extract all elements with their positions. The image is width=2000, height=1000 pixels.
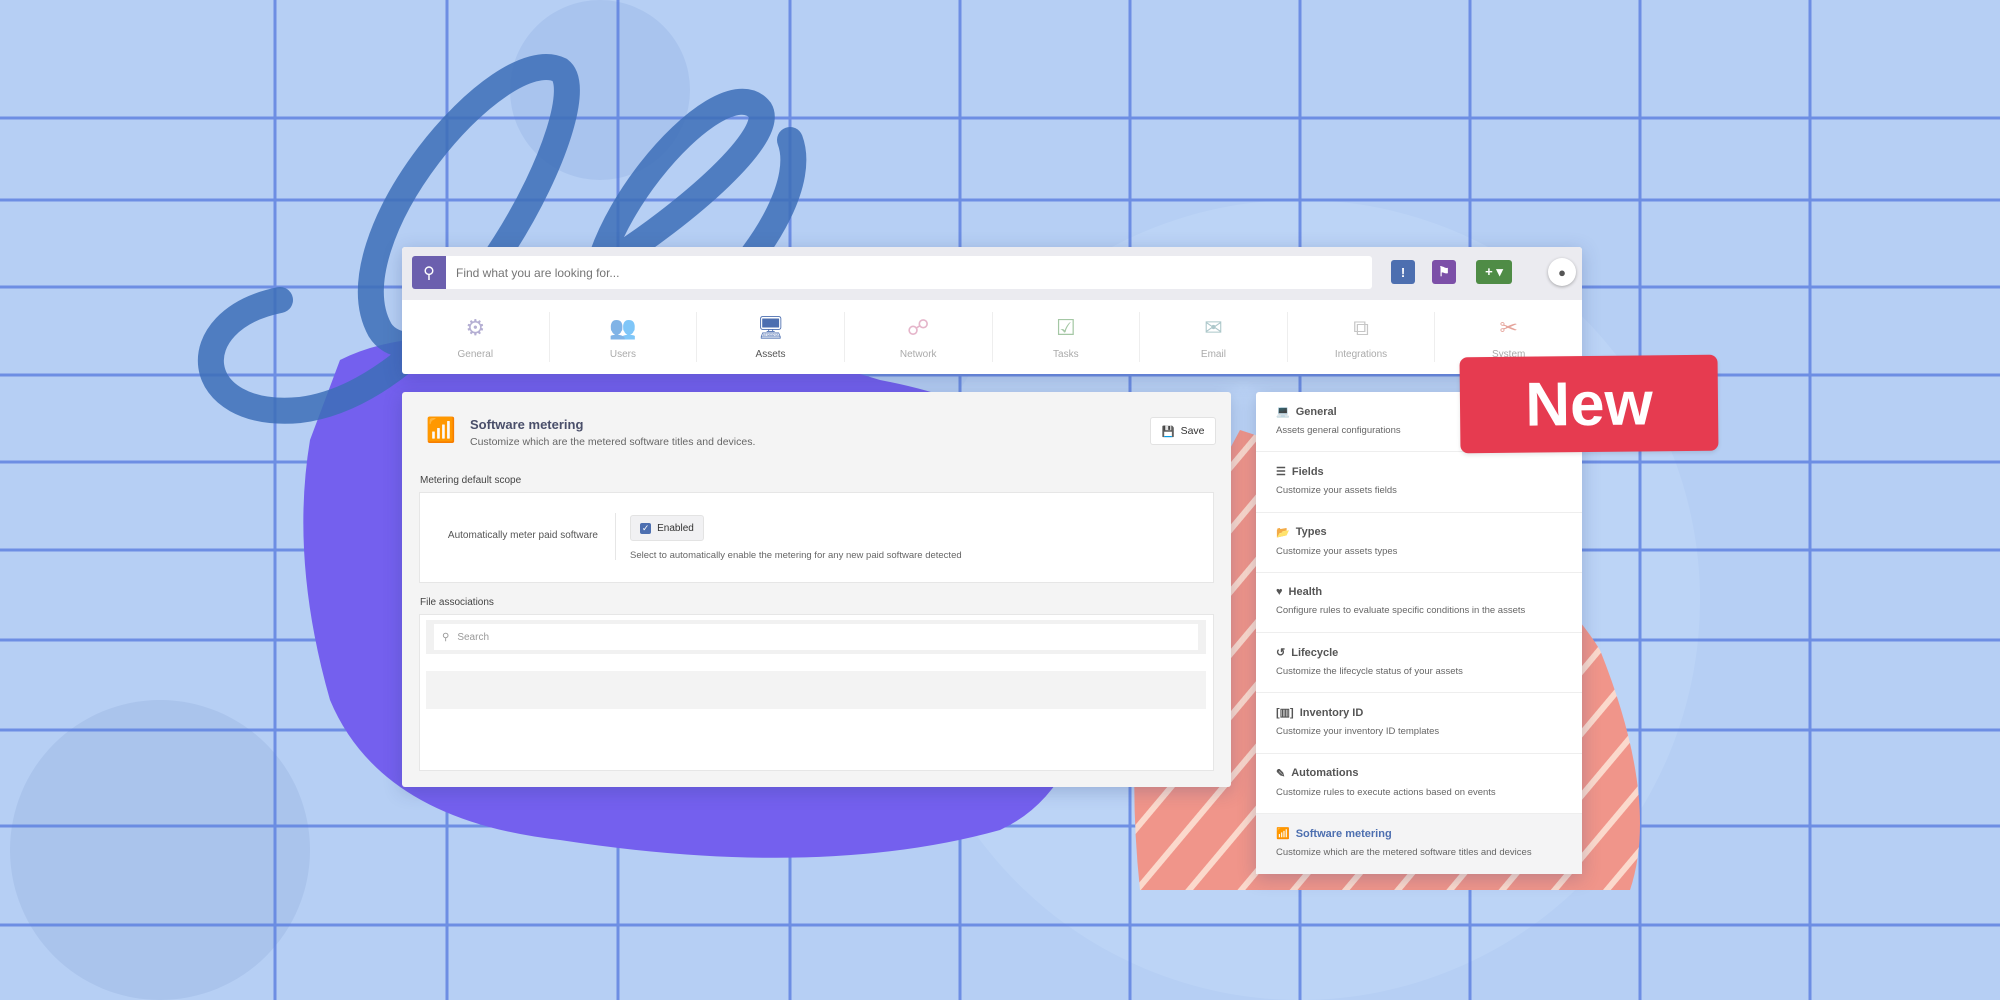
assets-settings-menu: 💻 General Assets general configurations ☰ F… xyxy=(1256,392,1582,875)
add-button[interactable]: + ▾ xyxy=(1476,260,1512,284)
folder-icon: 📂 xyxy=(1276,526,1290,539)
tab-network[interactable]: ☍ Network xyxy=(845,312,993,362)
tab-email[interactable]: ✉ Email xyxy=(1140,312,1288,362)
help-text: Select to automatically enable the meter… xyxy=(630,550,962,561)
tab-integrations[interactable]: ⧉ Integrations xyxy=(1288,312,1436,362)
menu-item-lifecycle[interactable]: ↺ Lifecycle Customize the lifecycle status… xyxy=(1256,633,1582,694)
heartbeat-icon: ♥ xyxy=(1276,585,1283,598)
user-icon: ● xyxy=(1558,264,1566,280)
users-icon: 👥 xyxy=(609,314,637,340)
section-heading-scope: Metering default scope xyxy=(420,475,522,486)
field-label: Automatically meter paid software xyxy=(447,530,598,541)
tools-icon: ✂ xyxy=(1499,314,1518,340)
file-search: ⚲ Search xyxy=(426,620,1206,654)
search-button[interactable]: ⚲ xyxy=(412,256,446,289)
files-card: ⚲ Search xyxy=(419,614,1214,771)
plus-icon: + ▾ xyxy=(1485,264,1503,279)
global-search-input[interactable] xyxy=(446,256,1372,289)
network-icon: ☍ xyxy=(907,314,930,340)
top-header: ⚲ ! ⚑ + ▾ ● ⚙General 👥Users 🖥Assets ☍Net… xyxy=(402,247,1582,374)
menu-item-inventory-id[interactable]: [▥] Inventory ID Customize your inventory … xyxy=(1256,693,1582,754)
menu-item-fields[interactable]: ☰ Fields Customize your assets fields xyxy=(1256,452,1582,513)
barcode-icon: [▥] xyxy=(1276,707,1294,720)
new-badge: New xyxy=(1459,354,1719,454)
integrations-icon: ⧉ xyxy=(1353,314,1369,340)
tags-button[interactable]: ⚑ xyxy=(1432,260,1456,284)
save-icon: 💾 xyxy=(1161,425,1175,438)
user-avatar[interactable]: ● xyxy=(1548,258,1576,286)
tab-assets[interactable]: 🖥 Assets xyxy=(697,312,845,362)
menu-item-software-metering[interactable]: 📶 Software metering Customize which are th… xyxy=(1256,814,1582,875)
scope-card: Automatically meter paid software ✓ Enabl… xyxy=(419,492,1214,583)
search-icon: ⚲ xyxy=(423,264,435,282)
history-icon: ↺ xyxy=(1276,647,1286,660)
chart-icon: 📶 xyxy=(1276,828,1290,841)
tag-icon: ⚑ xyxy=(1438,264,1450,279)
search-icon: ⚲ xyxy=(442,631,450,643)
divider xyxy=(615,513,616,560)
file-search-input[interactable]: ⚲ Search xyxy=(434,624,1198,650)
gears-icon: ⚙ xyxy=(465,314,486,340)
save-button[interactable]: 💾 Save xyxy=(1150,417,1216,445)
info-icon: ! xyxy=(1400,264,1406,280)
assets-icon: 🖥 xyxy=(756,314,785,340)
tab-users[interactable]: 👥 Users xyxy=(550,312,698,362)
section-heading-files: File associations xyxy=(420,597,494,608)
empty-list-row xyxy=(426,671,1206,709)
check-icon: ✓ xyxy=(640,522,652,534)
tab-general[interactable]: ⚙ General xyxy=(402,312,550,362)
menu-item-health[interactable]: ♥ Health Configure rules to evaluate speci… xyxy=(1256,573,1582,634)
page-subtitle: Customize which are the metered software… xyxy=(470,436,756,448)
info-button[interactable]: ! xyxy=(1391,260,1415,284)
menu-item-types[interactable]: 📂 Types Customize your assets types xyxy=(1256,513,1582,573)
chart-icon: 📶 xyxy=(426,417,456,444)
tasks-icon: ☑ xyxy=(1055,314,1076,340)
list-icon: ☰ xyxy=(1276,466,1286,479)
page-title: Software metering xyxy=(470,417,584,432)
laptop-icon: 💻 xyxy=(1276,406,1290,418)
software-metering-panel: 📶 Software metering Customize which are … xyxy=(402,392,1231,787)
menu-item-automations[interactable]: ✎ Automations Customize rules to execute a… xyxy=(1256,754,1582,815)
email-icon: ✉ xyxy=(1204,314,1223,340)
search-row: ⚲ ! ⚑ + ▾ ● xyxy=(402,247,1582,300)
enabled-checkbox[interactable]: ✓ Enabled xyxy=(630,515,704,541)
magic-icon: ✎ xyxy=(1276,767,1286,780)
tab-system[interactable]: ✂ System xyxy=(1435,312,1582,362)
main-nav: ⚙ General 👥 Users 🖥 Assets ☍ Network ☑ Tasks … xyxy=(402,300,1582,374)
tab-tasks[interactable]: ☑ Tasks xyxy=(993,312,1141,362)
